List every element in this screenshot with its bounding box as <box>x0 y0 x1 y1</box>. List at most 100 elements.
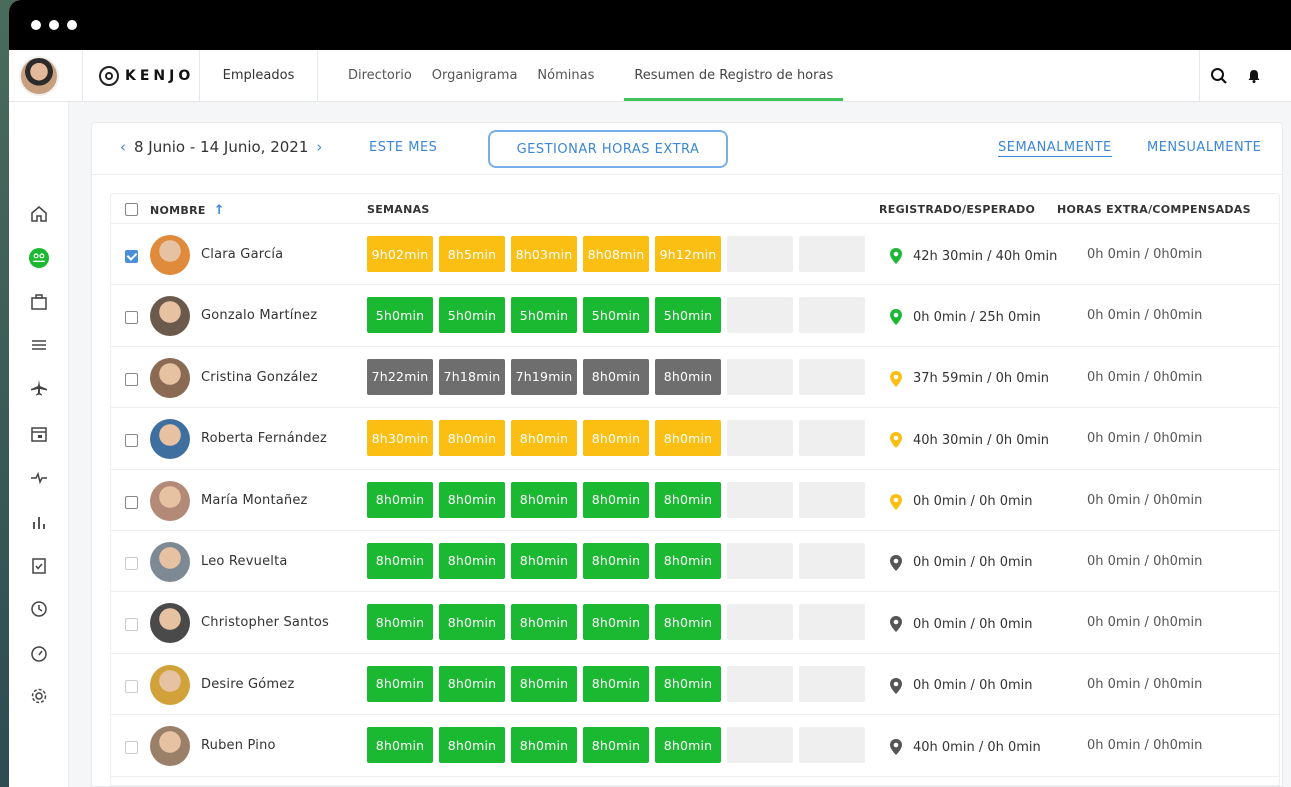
day-hours-chip[interactable]: 8h0min <box>583 420 649 457</box>
bar-chart-icon[interactable] <box>9 508 69 536</box>
row-checkbox[interactable] <box>125 618 138 632</box>
day-hours-chip[interactable]: 8h0min <box>655 542 721 579</box>
table-row[interactable]: Cristina González 7h22min 7h18min 7h19min 8h… <box>111 347 1279 409</box>
employee-name[interactable]: Cristina González <box>201 370 318 385</box>
day-hours-chip[interactable]: 8h03min <box>511 236 577 272</box>
day-hours-chip[interactable]: 8h0min <box>367 727 433 764</box>
window-dot[interactable] <box>49 20 59 30</box>
clipboard-check-icon[interactable] <box>9 552 69 580</box>
day-hours-chip[interactable]: 8h0min <box>439 604 505 641</box>
employee-avatar[interactable] <box>150 603 190 644</box>
day-hours-chip[interactable]: 9h12min <box>655 236 721 272</box>
chevron-left-icon[interactable]: ‹ <box>120 138 126 156</box>
employee-name[interactable]: Desire Gómez <box>201 677 295 692</box>
row-checkbox[interactable] <box>125 250 138 263</box>
row-checkbox[interactable] <box>125 434 138 448</box>
day-hours-chip[interactable]: 8h0min <box>367 665 433 702</box>
day-hours-chip[interactable]: 8h0min <box>583 542 649 579</box>
day-hours-chip[interactable]: 8h0min <box>583 358 649 395</box>
day-hours-chip[interactable]: 8h0min <box>439 481 505 518</box>
day-hours-chip[interactable]: 8h0min <box>511 665 577 702</box>
user-avatar[interactable] <box>19 55 59 96</box>
employee-name[interactable]: Clara García <box>201 247 283 262</box>
employee-name[interactable]: Roberta Fernández <box>201 431 327 446</box>
employee-name[interactable]: Christopher Santos <box>201 615 329 630</box>
tab-directorio[interactable]: Directorio <box>338 50 422 101</box>
day-hours-chip[interactable]: 8h0min <box>655 420 721 457</box>
day-hours-chip[interactable]: 8h0min <box>511 481 577 518</box>
brand-logo[interactable]: KENJO <box>82 50 200 101</box>
bell-icon[interactable] <box>1246 68 1262 84</box>
semanalmente-toggle[interactable]: SEMANALMENTE <box>998 140 1112 157</box>
home-icon[interactable] <box>9 200 69 228</box>
calendar-icon[interactable] <box>9 420 69 448</box>
briefcase-icon[interactable] <box>9 288 69 316</box>
day-hours-chip[interactable]: 8h0min <box>655 358 721 395</box>
sort-arrow-up-icon[interactable]: ↑ <box>214 203 225 218</box>
day-hours-chip[interactable]: 8h0min <box>511 604 577 641</box>
day-hours-chip[interactable]: 5h0min <box>367 297 433 334</box>
employee-name[interactable]: Leo Revuelta <box>201 554 288 569</box>
table-row[interactable]: Christopher Santos 8h0min 8h0min 8h0min 8h0m… <box>111 592 1279 654</box>
row-checkbox[interactable] <box>125 495 138 509</box>
window-dot[interactable] <box>67 20 77 30</box>
table-row[interactable]: María Montañez 8h0min 8h0min 8h0min 8h0min 8h… <box>111 470 1279 531</box>
day-hours-chip[interactable]: 8h0min <box>367 604 433 641</box>
employee-avatar[interactable] <box>150 235 190 275</box>
chevron-right-icon[interactable]: › <box>316 138 322 156</box>
people-icon[interactable] <box>9 244 69 272</box>
table-row[interactable]: Roberta Fernández 8h30min 8h0min 8h0min 8h0m… <box>111 408 1279 470</box>
day-hours-chip[interactable]: 8h0min <box>583 481 649 518</box>
gestionar-horas-extra-button[interactable]: GESTIONAR HORAS EXTRA <box>488 130 728 168</box>
day-hours-chip[interactable]: 5h0min <box>439 297 505 334</box>
day-hours-chip[interactable]: 8h0min <box>655 604 721 641</box>
list-icon[interactable] <box>9 331 69 359</box>
pulse-icon[interactable] <box>9 464 69 492</box>
gear-icon[interactable] <box>9 682 69 710</box>
employee-avatar[interactable] <box>150 480 190 521</box>
plane-icon[interactable] <box>9 374 69 402</box>
tab-nominas[interactable]: Nóminas <box>527 50 604 101</box>
day-hours-chip[interactable]: 8h0min <box>655 665 721 702</box>
tab-resumen-registro-horas[interactable]: Resumen de Registro de horas <box>624 50 844 101</box>
day-hours-chip[interactable]: 8h0min <box>367 481 433 518</box>
employee-avatar[interactable] <box>150 419 190 460</box>
day-hours-chip[interactable]: 8h0min <box>511 420 577 457</box>
table-row[interactable]: Desire Gómez 8h0min 8h0min 8h0min 8h0min 8h0m… <box>111 654 1279 716</box>
employee-avatar[interactable] <box>150 357 190 398</box>
section-empleados[interactable]: Empleados <box>200 50 318 101</box>
row-checkbox[interactable] <box>125 679 138 693</box>
day-hours-chip[interactable]: 8h0min <box>583 665 649 702</box>
window-dot[interactable] <box>31 20 41 30</box>
employee-name[interactable]: Gonzalo Martínez <box>201 308 317 323</box>
table-row[interactable]: Leo Revuelta 8h0min 8h0min 8h0min 8h0min 8h0m… <box>111 531 1279 593</box>
este-mes-button[interactable]: ESTE MES <box>369 140 437 155</box>
day-hours-chip[interactable]: 8h0min <box>583 604 649 641</box>
day-hours-chip[interactable]: 8h08min <box>583 236 649 272</box>
day-hours-chip[interactable]: 8h0min <box>655 481 721 518</box>
day-hours-chip[interactable]: 7h18min <box>439 358 505 395</box>
employee-avatar[interactable] <box>150 726 190 767</box>
day-hours-chip[interactable]: 8h0min <box>655 727 721 764</box>
day-hours-chip[interactable]: 8h0min <box>439 420 505 457</box>
clock-icon[interactable] <box>9 595 69 623</box>
row-checkbox[interactable] <box>125 311 138 325</box>
employee-name[interactable]: Ruben Pino <box>201 738 276 753</box>
day-hours-chip[interactable]: 8h0min <box>511 542 577 579</box>
day-hours-chip[interactable]: 8h0min <box>367 542 433 579</box>
row-checkbox[interactable] <box>125 372 138 386</box>
day-hours-chip[interactable]: 8h5min <box>439 236 505 272</box>
employee-name[interactable]: María Montañez <box>201 493 308 508</box>
day-hours-chip[interactable]: 9h02min <box>367 236 433 272</box>
day-hours-chip[interactable]: 5h0min <box>655 297 721 334</box>
table-row[interactable]: Ruben Pino 8h0min 8h0min 8h0min 8h0min 8h0min… <box>111 715 1279 777</box>
row-checkbox[interactable] <box>125 556 138 570</box>
day-hours-chip[interactable]: 5h0min <box>583 297 649 334</box>
day-hours-chip[interactable]: 7h19min <box>511 358 577 395</box>
day-hours-chip[interactable]: 8h30min <box>367 420 433 457</box>
day-hours-chip[interactable]: 8h0min <box>583 727 649 764</box>
header-nombre[interactable]: NOMBRE <box>150 204 206 217</box>
day-hours-chip[interactable]: 8h0min <box>439 542 505 579</box>
gauge-icon[interactable] <box>9 640 69 668</box>
table-row[interactable]: Gonzalo Martínez 5h0min 5h0min 5h0min 5h0min… <box>111 285 1279 347</box>
